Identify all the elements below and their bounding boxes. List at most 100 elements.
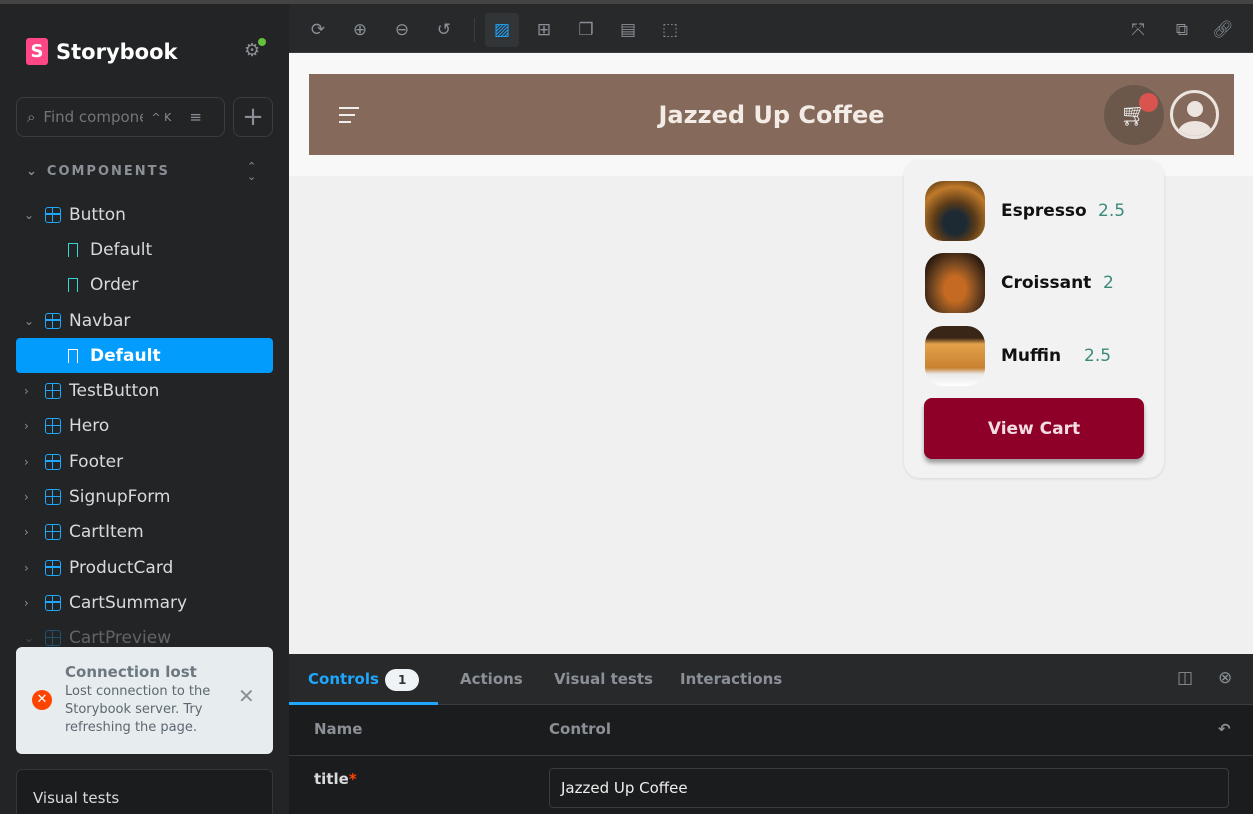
chevron-right-icon: › [24, 419, 29, 434]
chevron-right-icon: › [24, 490, 29, 505]
user-avatar[interactable] [1170, 90, 1219, 139]
cart-item: Croissant 2 [925, 253, 1114, 313]
tree-item-label: SignupForm [69, 487, 171, 508]
tree-item-navbar[interactable]: ⌄ Navbar [16, 303, 273, 338]
navbar: Jazzed Up Coffee 🛒︎ [309, 74, 1234, 155]
chevron-down-icon: ⌄ [24, 631, 35, 646]
tab-actions[interactable]: Actions [460, 654, 523, 705]
tree-item-button-default[interactable]: Default [16, 232, 273, 267]
tree-item-label: ProductCard [69, 557, 174, 578]
tree-item-label: Order [90, 275, 139, 296]
tree-item-footer[interactable]: › Footer [16, 444, 273, 479]
tree-item-button[interactable]: ⌄ Button [16, 197, 273, 232]
viewport-icon[interactable]: ❐ [569, 13, 603, 47]
component-icon [45, 559, 61, 576]
measure-icon[interactable]: ▤ [611, 13, 645, 47]
navbar-title: Jazzed Up Coffee [658, 101, 885, 129]
column-header-name: Name [314, 720, 363, 738]
storybook-logo[interactable]: S Storybook [26, 38, 178, 65]
chevron-down-icon: ⌄ [26, 164, 39, 179]
connection-lost-toast: ✕ Connection lost Lost connection to the… [16, 647, 273, 754]
chevron-right-icon: › [24, 595, 29, 610]
cart-button[interactable]: 🛒︎ [1104, 85, 1164, 145]
bookmark-icon [68, 278, 78, 293]
close-panel-icon[interactable]: ⊗ [1218, 668, 1232, 688]
component-icon [45, 383, 61, 400]
panel-orientation-icon[interactable]: ◫ [1177, 668, 1193, 688]
search-input[interactable] [43, 108, 144, 126]
required-marker: * [348, 770, 357, 788]
search-icon: ⌕ [27, 108, 36, 126]
open-new-tab-icon[interactable]: ⧉ [1165, 13, 1199, 47]
reset-zoom-icon[interactable]: ↺ [427, 13, 461, 47]
tree-item-label: Hero [69, 416, 110, 437]
component-icon [45, 312, 61, 329]
item-price: 2.5 [1084, 346, 1112, 366]
view-cart-button[interactable]: View Cart [924, 398, 1144, 459]
tree-item-label: TestButton [69, 381, 160, 402]
item-price: 2.5 [1098, 201, 1126, 221]
controls-count-badge: 1 [384, 669, 420, 691]
zoom-in-icon[interactable]: ⊕ [343, 13, 377, 47]
add-story-button[interactable]: + [233, 97, 273, 137]
tree-item-cartsummary[interactable]: › CartSummary [16, 585, 273, 620]
settings-gear-icon[interactable]: ⚙ [244, 38, 266, 61]
component-icon [45, 206, 61, 223]
tree-item-hero[interactable]: › Hero [16, 409, 273, 444]
component-icon [45, 489, 61, 506]
grid-icon[interactable]: ⊞ [527, 13, 561, 47]
tab-label: Controls [308, 670, 379, 688]
tree-item-label: CartPreview [69, 628, 172, 649]
addon-tabs: Controls 1 Actions Visual tests Interacti… [289, 654, 1253, 705]
toolbar-divider [474, 18, 475, 42]
chevron-right-icon: › [24, 560, 29, 575]
cart-badge [1139, 93, 1158, 112]
expand-collapse-icon[interactable]: ⌃ ⌄ [247, 161, 256, 182]
tree-item-label: Footer [69, 451, 124, 472]
reset-controls-icon[interactable]: ↶ [1218, 720, 1231, 738]
search-box[interactable]: ⌕ ^ K ≡ [16, 97, 225, 137]
tree-item-label: CartItem [69, 522, 144, 543]
component-icon [45, 418, 61, 435]
tab-visual-tests[interactable]: Visual tests [554, 654, 653, 705]
cart-item: Espresso 2.5 [925, 181, 1125, 241]
tree-item-label: Default [90, 345, 161, 366]
sidebar: S Storybook ⚙ ⌕ ^ K ≡ + ⌄ COMPONENTS ⌃⌄ ⌄ B… [0, 4, 289, 814]
tab-controls[interactable]: Controls 1 [289, 654, 439, 705]
component-tree: ⌄ Button Default Order ⌄ Navbar Default › T… [16, 197, 273, 656]
section-components[interactable]: ⌄ COMPONENTS [26, 164, 170, 179]
cart-preview-dropdown: Espresso 2.5 Croissant 2 Muffin 2.5 View… [904, 160, 1164, 478]
copy-link-icon[interactable]: 🔗︎ [1206, 13, 1240, 47]
chevron-down-icon: ⌄ [24, 313, 35, 328]
tab-interactions[interactable]: Interactions [680, 654, 782, 705]
visual-tests-panel[interactable]: Visual tests [16, 769, 273, 814]
tree-item-testbutton[interactable]: › TestButton [16, 373, 273, 408]
title-control-input[interactable]: Jazzed Up Coffee [549, 768, 1229, 808]
reload-icon[interactable]: ⟳ [301, 13, 335, 47]
column-header-control: Control [549, 720, 612, 738]
toast-title: Connection lost [65, 663, 197, 681]
filter-icon[interactable]: ≡ [189, 108, 202, 126]
cart-item: Muffin 2.5 [925, 326, 1111, 386]
croissant-image [925, 253, 985, 313]
tree-item-productcard[interactable]: › ProductCard [16, 550, 273, 585]
tree-item-signupform[interactable]: › SignupForm [16, 479, 273, 514]
chevron-right-icon: › [24, 384, 29, 399]
chevron-right-icon: › [24, 525, 29, 540]
control-name: title [314, 770, 349, 788]
bookmark-icon [68, 348, 78, 363]
outline-icon[interactable]: ⬚ [653, 13, 687, 47]
tree-item-cartitem[interactable]: › CartItem [16, 515, 273, 550]
background-image-icon[interactable]: ▨ [485, 13, 519, 47]
addons-panel: Controls 1 Actions Visual tests Interacti… [289, 654, 1253, 814]
muffin-image [925, 326, 985, 386]
zoom-out-icon[interactable]: ⊖ [385, 13, 419, 47]
tree-item-label: Button [69, 204, 126, 225]
component-icon [45, 453, 61, 470]
tree-item-navbar-default[interactable]: Default [16, 338, 273, 374]
control-name-title: title* [314, 770, 357, 788]
fullscreen-icon[interactable]: ⤧ [1121, 13, 1155, 47]
tree-item-button-order[interactable]: Order [16, 268, 273, 303]
toast-message: Lost connection to the Storybook server.… [65, 684, 211, 735]
close-icon[interactable]: ✕ [238, 686, 255, 706]
